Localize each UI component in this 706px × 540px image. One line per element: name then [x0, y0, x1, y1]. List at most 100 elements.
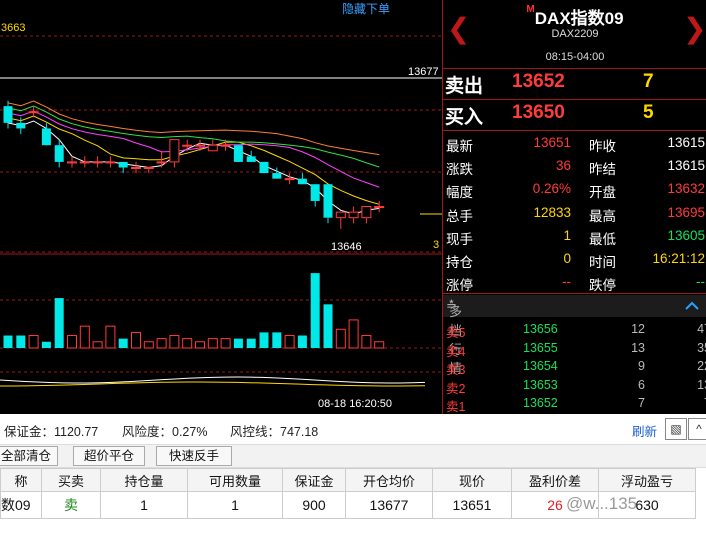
candle-body [207, 144, 218, 152]
expand-icon[interactable]: ^ [688, 418, 706, 440]
candle-body [156, 161, 167, 164]
depth-qty: 12 [631, 322, 645, 336]
quote-value: 13605 [667, 227, 705, 243]
quote-label: 跌停 [589, 278, 616, 294]
column-header[interactable]: 可用数量 [187, 468, 283, 492]
over-price-close-button[interactable]: 超价平仓 [73, 446, 145, 466]
depth-row[interactable]: 卖313654922 [443, 357, 706, 377]
quote-label: 昨结 [589, 162, 616, 178]
volume-bar [297, 335, 307, 348]
control-stat: 风控线：747.18 [230, 425, 319, 439]
buy-row[interactable]: 买入 13650 5 [443, 99, 706, 129]
volume-bar [143, 341, 154, 349]
depth-row[interactable]: 卖4136551335 [443, 339, 706, 359]
candle-body [246, 156, 256, 162]
sell-qty: 7 [643, 71, 654, 92]
column-header[interactable]: 浮动盈亏 [598, 468, 696, 492]
title-text: DAX指数09 [534, 9, 624, 28]
refresh-button[interactable]: 刷新 [632, 421, 657, 440]
candle-body [335, 211, 346, 219]
depth-title: 多档行情 ≛ [446, 298, 463, 376]
quote-row: 涨跌 36 昨结 13615 [443, 155, 706, 178]
depth-header[interactable]: 多档行情 ≛ [443, 295, 706, 376]
quote-label: 持仓 [446, 255, 473, 270]
candle-body [195, 144, 205, 147]
candle-body [259, 161, 269, 174]
collapse-icon[interactable] [685, 301, 699, 310]
depth-qty: 13 [631, 340, 645, 355]
candle-body [310, 184, 320, 201]
table-cell: 数09 [0, 491, 42, 519]
candle-body [374, 206, 385, 209]
quote-value: 13615 [667, 135, 705, 150]
candle-body [16, 122, 26, 129]
table-cell: 卖 [41, 491, 101, 519]
volume-bar [118, 338, 128, 348]
quote-label: 最低 [589, 231, 616, 247]
edge-label: 3 [433, 239, 440, 251]
depth-row[interactable]: 卖5136561247 [443, 320, 706, 340]
column-header[interactable]: 开仓均价 [345, 468, 433, 492]
quote-label: 涨跌 [446, 162, 473, 178]
risk-stat: 风险度：0.27% [122, 425, 208, 439]
position-price-label: 13677 [408, 66, 439, 78]
depth-row[interactable]: 卖11365277 [443, 394, 706, 415]
column-header[interactable]: 盈利价差 [511, 468, 599, 492]
volume-bar [335, 328, 346, 349]
volume-bar [105, 325, 116, 349]
candle-body [284, 178, 295, 181]
volume-bar [259, 332, 269, 348]
candle-body [182, 144, 193, 147]
sell-row[interactable]: 卖出 13652 7 [443, 68, 706, 98]
volume-bar [310, 273, 320, 348]
volume-bar [169, 335, 180, 349]
depth-price: 13654 [523, 359, 558, 374]
watermark: @w...135 [566, 494, 638, 513]
volume-bar [348, 319, 359, 349]
buy-qty: 5 [643, 102, 654, 123]
depth-price: 13653 [523, 377, 558, 392]
quote-value: 13651 [533, 135, 571, 150]
quote-row: 幅度 0.26% 开盘 13632 [443, 178, 706, 201]
lock-icon[interactable]: ▧ [665, 418, 687, 440]
candle-body [79, 161, 90, 164]
column-header[interactable]: 称 [0, 468, 42, 492]
volume-bar [284, 335, 295, 349]
depth-price: 13655 [523, 340, 558, 355]
quote-row: 持仓 0 时间 16:21:12 [443, 248, 706, 271]
quote-label: 涨停 [446, 278, 473, 294]
margin-stat: 保证金：1120.77 [4, 425, 99, 439]
quote-label: 现手 [446, 231, 473, 247]
depth-row[interactable]: 卖213653613 [443, 376, 706, 396]
column-header[interactable]: 保证金 [282, 468, 346, 492]
quote-label: 时间 [589, 255, 616, 270]
depth-qty: 9 [638, 359, 645, 374]
column-header[interactable]: 买卖 [41, 468, 101, 492]
volume-bar [233, 338, 243, 348]
hide-order-button[interactable]: 隐藏下单 [342, 0, 390, 17]
volume-bar [323, 304, 333, 348]
candle-body [361, 206, 372, 219]
depth-qty: 7 [638, 396, 645, 411]
quote-row: 现手 1 最低 13605 [443, 225, 706, 248]
volume-bar [67, 335, 77, 349]
buy-label: 买入 [445, 107, 484, 128]
chart-time-label: 08-18 16:20:50 [318, 398, 393, 410]
title-mark: M [526, 4, 535, 15]
close-all-button[interactable]: 全部清仓 [0, 446, 58, 466]
sell-label: 卖出 [445, 76, 484, 97]
volume-bar [182, 338, 193, 349]
depth-price: 13656 [523, 322, 558, 336]
kline-chart[interactable]: 隐藏下单 3663 13677 13646 3 08-18 16:20:50 [0, 0, 442, 414]
action-bar: 全部清仓 超价平仓 快速反手 [0, 444, 706, 468]
column-header[interactable]: 现价 [432, 468, 512, 492]
quick-reverse-button[interactable]: 快速反手 [156, 446, 232, 466]
depth-level: 卖1 [446, 400, 466, 415]
column-header[interactable]: 持仓量 [100, 468, 188, 492]
quote-value: 0 [563, 251, 571, 266]
candle-body [92, 161, 103, 164]
quote-label: 开盘 [589, 185, 616, 201]
quote-label: 总手 [446, 208, 473, 224]
depth-total: 22 [697, 359, 706, 374]
quote-value: 0.26% [532, 181, 571, 197]
